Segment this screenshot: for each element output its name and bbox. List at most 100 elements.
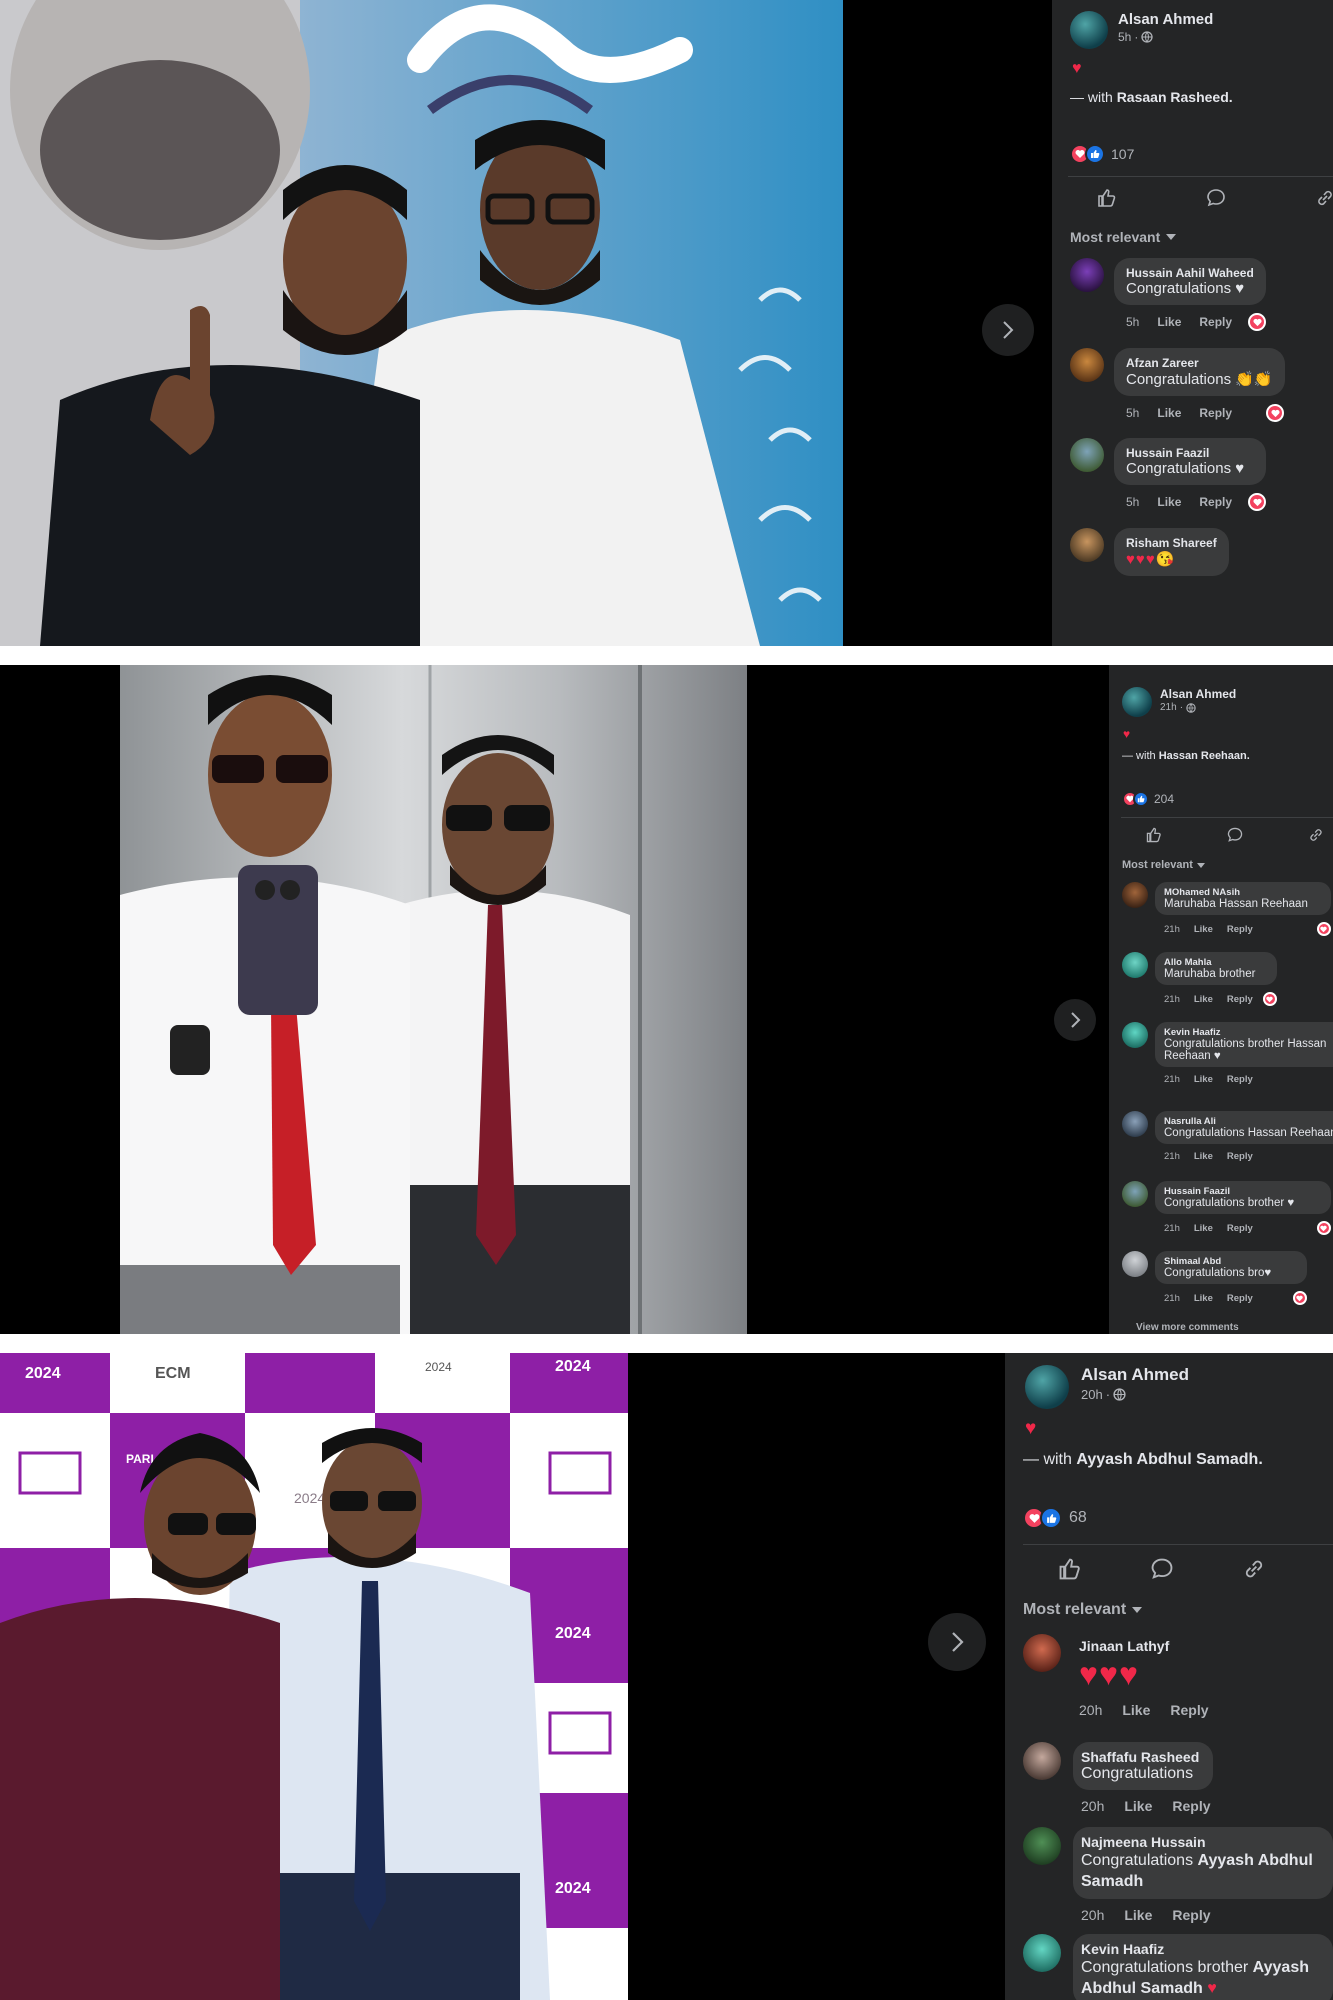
post-photo-2[interactable]	[120, 665, 747, 1334]
comment-reply-button[interactable]: Reply	[1199, 495, 1232, 509]
comment-reply-button[interactable]: Reply	[1227, 994, 1253, 1005]
author-avatar[interactable]	[1025, 1365, 1069, 1409]
comment-time[interactable]: 21h	[1164, 1223, 1180, 1234]
author-avatar[interactable]	[1070, 11, 1108, 49]
post-time[interactable]: 5h	[1118, 30, 1131, 44]
comment-like-button[interactable]: Like	[1157, 495, 1181, 509]
comment-like-button[interactable]: Like	[1157, 315, 1181, 329]
comment-time[interactable]: 21h	[1164, 1151, 1180, 1162]
commenter-name[interactable]: Shimaal Abd	[1164, 1256, 1298, 1267]
link-icon[interactable]	[1314, 187, 1333, 209]
comment-like-button[interactable]: Like	[1194, 994, 1213, 1005]
comment-like-button[interactable]: Like	[1124, 1907, 1152, 1923]
comment-reply-button[interactable]: Reply	[1199, 315, 1232, 329]
comment-like-button[interactable]: Like	[1194, 1223, 1213, 1234]
commenter-avatar[interactable]	[1023, 1827, 1061, 1865]
commenter-name[interactable]: Afzan Zareer	[1126, 356, 1273, 370]
post-time[interactable]: 20h	[1081, 1387, 1103, 1402]
comment-time[interactable]: 20h	[1081, 1798, 1104, 1814]
comment-time[interactable]: 20h	[1081, 1907, 1104, 1923]
comment-icon[interactable]	[1226, 826, 1244, 844]
comment-time[interactable]: 20h	[1079, 1702, 1102, 1718]
commenter-name[interactable]: MOhamed NAsih	[1164, 887, 1322, 898]
reaction-summary[interactable]: 204	[1122, 791, 1174, 807]
comment-reply-button[interactable]: Reply	[1227, 924, 1253, 935]
commenter-name[interactable]: Risham Shareef	[1126, 536, 1217, 550]
comment-time[interactable]: 21h	[1164, 1074, 1180, 1085]
commenter-name[interactable]: Jinaan Lathyf	[1079, 1638, 1203, 1654]
reaction-summary[interactable]: 107	[1070, 144, 1134, 164]
like-thumb-icon[interactable]	[1145, 826, 1163, 844]
commenter-name[interactable]: Kevin Haafiz	[1081, 1941, 1323, 1957]
comment-like-button[interactable]: Like	[1122, 1702, 1150, 1718]
comment-like-button[interactable]: Like	[1157, 406, 1181, 420]
reaction-summary[interactable]: 68	[1023, 1507, 1087, 1529]
comment-icon[interactable]	[1149, 1556, 1175, 1582]
commenter-avatar[interactable]	[1122, 1022, 1148, 1048]
commenter-avatar[interactable]	[1122, 1251, 1148, 1277]
comment-reply-button[interactable]: Reply	[1172, 1907, 1210, 1923]
tagged-person[interactable]: Ayyash Abdhul Samadh.	[1076, 1451, 1262, 1468]
post-header: Alsan Ahmed 21h ·	[1122, 687, 1236, 717]
commenter-name[interactable]: Allo Mahla	[1164, 957, 1268, 968]
comment-reply-button[interactable]: Reply	[1172, 1798, 1210, 1814]
commenter-name[interactable]: Kevin Haafiz	[1164, 1027, 1333, 1038]
author-avatar[interactable]	[1122, 687, 1152, 717]
comment-time[interactable]: 21h	[1164, 1293, 1180, 1304]
commenter-avatar[interactable]	[1023, 1742, 1061, 1780]
next-photo-button-1[interactable]	[982, 304, 1034, 356]
comment-like-button[interactable]: Like	[1194, 924, 1213, 935]
author-name[interactable]: Alsan Ahmed	[1160, 687, 1236, 701]
comment-time[interactable]: 5h	[1126, 315, 1139, 329]
sort-dropdown[interactable]: Most relevant	[1023, 1601, 1143, 1619]
post-photo-1[interactable]	[0, 0, 843, 646]
next-photo-button-2[interactable]	[1054, 999, 1096, 1041]
comment-meta: 20h Like Reply	[1079, 1702, 1209, 1718]
comment-reply-button[interactable]: Reply	[1227, 1293, 1253, 1304]
commenter-avatar[interactable]	[1023, 1634, 1061, 1672]
commenter-avatar[interactable]	[1070, 438, 1104, 472]
sort-dropdown[interactable]: Most relevant	[1122, 859, 1205, 871]
sort-dropdown[interactable]: Most relevant	[1070, 229, 1177, 245]
comment-reply-button[interactable]: Reply	[1227, 1223, 1253, 1234]
commenter-avatar[interactable]	[1122, 1181, 1148, 1207]
comment-like-button[interactable]: Like	[1194, 1151, 1213, 1162]
comment-like-button[interactable]: Like	[1194, 1074, 1213, 1085]
comment-reply-button[interactable]: Reply	[1227, 1074, 1253, 1085]
comment-reply-button[interactable]: Reply	[1227, 1151, 1253, 1162]
commenter-name[interactable]: Najmeena Hussain	[1081, 1834, 1323, 1850]
commenter-name[interactable]: Shaffafu Rasheed	[1081, 1749, 1199, 1765]
like-thumb-icon[interactable]	[1057, 1556, 1083, 1582]
like-thumb-icon[interactable]	[1096, 187, 1118, 209]
commenter-avatar[interactable]	[1070, 258, 1104, 292]
comment-time[interactable]: 5h	[1126, 495, 1139, 509]
post-photo-3[interactable]: 2024 2024 2024 2024 ECM 2024 PARLIAMENTA…	[0, 1353, 628, 2000]
commenter-name[interactable]: Nasrulla Ali	[1164, 1116, 1333, 1127]
comment-time[interactable]: 21h	[1164, 924, 1180, 935]
commenter-avatar[interactable]	[1023, 1934, 1061, 1972]
view-more-comments-link[interactable]: View more comments	[1136, 1322, 1239, 1333]
comment-time[interactable]: 5h	[1126, 406, 1139, 420]
commenter-avatar[interactable]	[1070, 528, 1104, 562]
commenter-name[interactable]: Hussain Faazil	[1164, 1186, 1322, 1197]
commenter-avatar[interactable]	[1122, 882, 1148, 908]
commenter-avatar[interactable]	[1070, 348, 1104, 382]
tagged-person[interactable]: Hassan Reehaan.	[1159, 750, 1250, 762]
author-name[interactable]: Alsan Ahmed	[1081, 1365, 1189, 1385]
comment-like-button[interactable]: Like	[1194, 1293, 1213, 1304]
commenter-name[interactable]: Hussain Faazil	[1126, 446, 1254, 460]
comment-icon[interactable]	[1205, 187, 1227, 209]
post-time[interactable]: 21h	[1160, 702, 1177, 713]
commenter-avatar[interactable]	[1122, 1111, 1148, 1137]
comment-like-button[interactable]: Like	[1124, 1798, 1152, 1814]
tagged-person[interactable]: Rasaan Rasheed.	[1117, 89, 1233, 105]
commenter-name[interactable]: Hussain Aahil Waheed	[1126, 266, 1254, 280]
comment-reply-button[interactable]: Reply	[1199, 406, 1232, 420]
comment-time[interactable]: 21h	[1164, 994, 1180, 1005]
commenter-avatar[interactable]	[1122, 952, 1148, 978]
link-icon[interactable]	[1307, 826, 1325, 844]
author-name[interactable]: Alsan Ahmed	[1118, 11, 1213, 28]
next-photo-button-3[interactable]	[928, 1613, 986, 1671]
link-icon[interactable]	[1241, 1556, 1267, 1582]
comment-reply-button[interactable]: Reply	[1170, 1702, 1208, 1718]
